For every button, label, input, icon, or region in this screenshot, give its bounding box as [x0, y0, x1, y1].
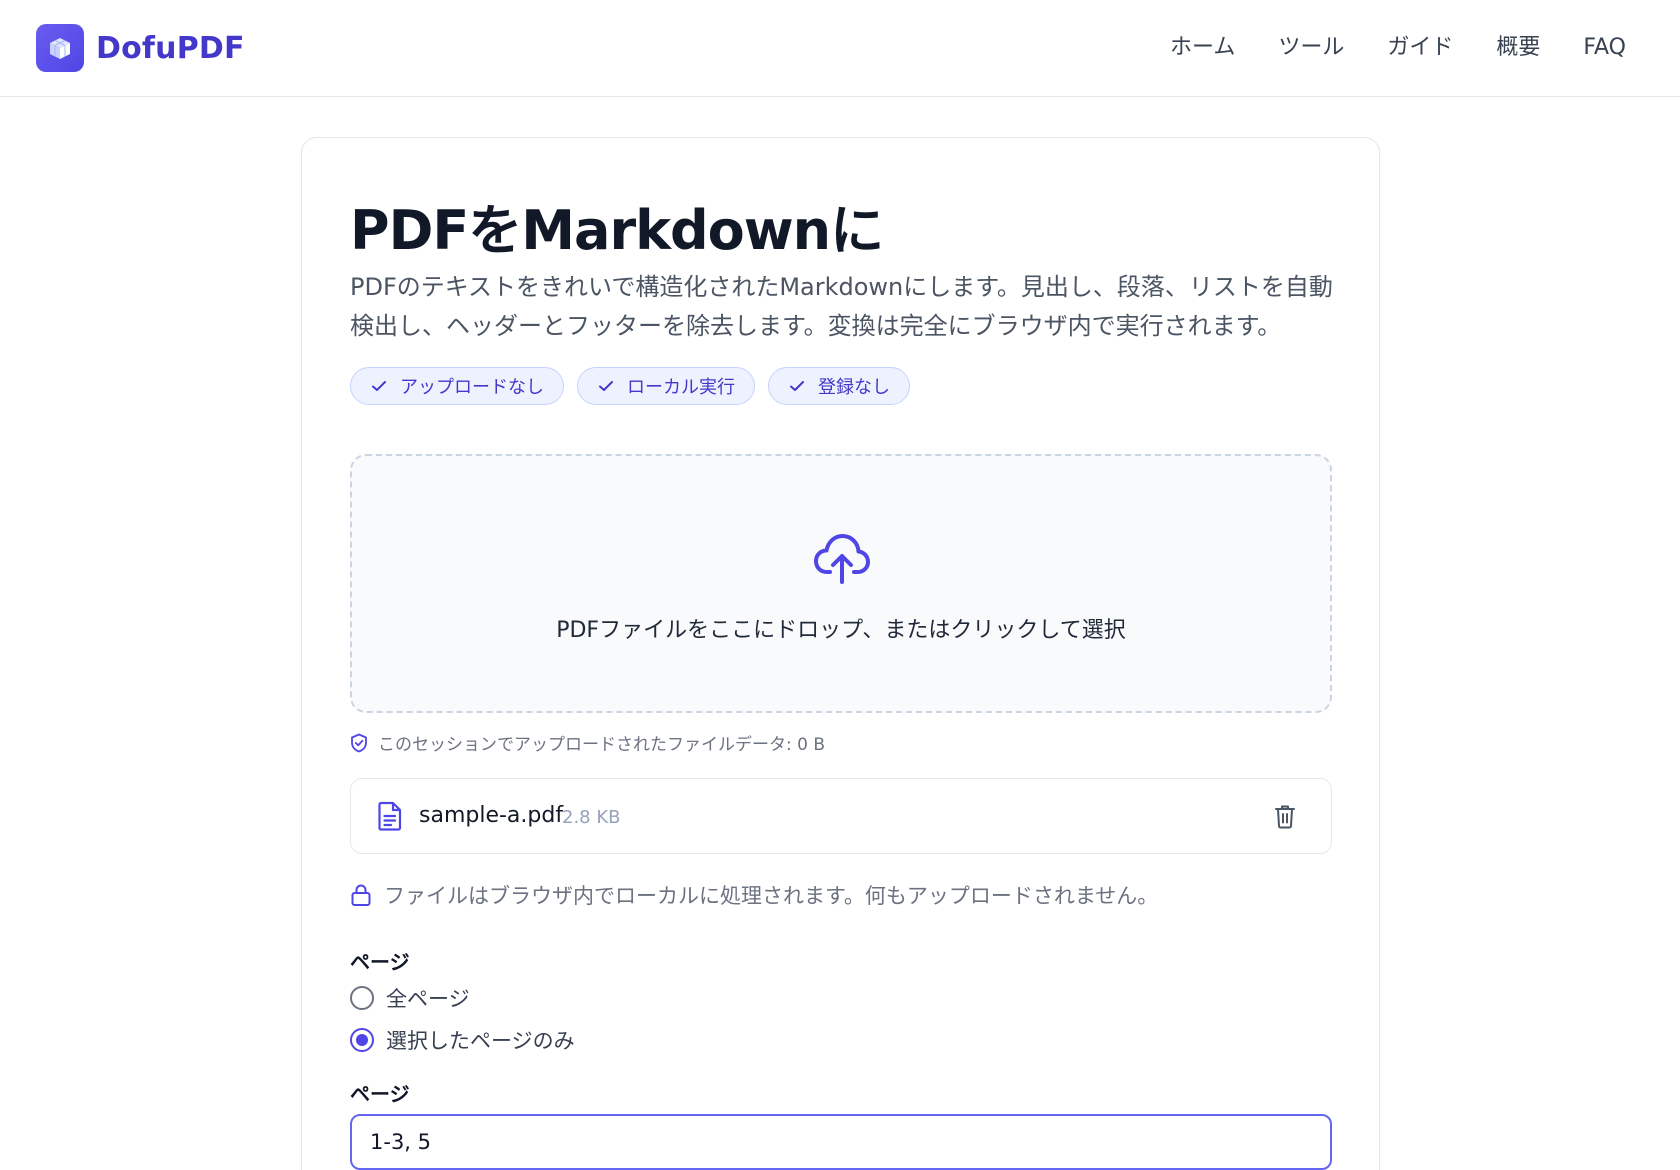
cube-icon [36, 24, 84, 72]
file-size: 2.8 KB [562, 807, 621, 828]
radio-all-pages-control[interactable] [350, 986, 374, 1010]
check-icon [599, 381, 613, 391]
chip-label: ローカル実行 [627, 377, 735, 398]
feature-chips: アップロードなし ローカル実行 登録なし [350, 367, 923, 405]
dropzone-text: PDFファイルをここにドロップ、またはクリックして選択 [556, 618, 1126, 643]
chip-no-signup: 登録なし [768, 367, 910, 405]
session-usage-note: このセッションでアップロードされたファイルデータ: 0 B [350, 730, 825, 755]
chip-label: 登録なし [818, 377, 890, 398]
page-title: PDFをMarkdownに [350, 199, 884, 262]
file-text-icon [378, 801, 402, 831]
lock-icon [351, 884, 371, 906]
chip-no-upload: アップロードなし [350, 367, 564, 405]
privacy-text: ファイルはブラウザ内でローカルに処理されます。何もアップロードされません。 [384, 884, 1159, 908]
cloud-upload-icon [814, 534, 870, 584]
page-description: PDFのテキストをきれいで構造化されたMarkdownにします。見出し、段落、リ… [350, 273, 1333, 340]
radio-selected-pages-control[interactable] [350, 1028, 374, 1052]
pages-field-label: ページ [350, 1082, 410, 1106]
pages-input[interactable] [350, 1114, 1332, 1170]
trash-icon[interactable] [1273, 803, 1297, 829]
chip-label: アップロードなし [400, 377, 544, 398]
nav-faq[interactable]: FAQ [1583, 32, 1626, 64]
privacy-note: ファイルはブラウザ内でローカルに処理されます。何もアップロードされません。 [350, 880, 1158, 910]
nav-tools[interactable]: ツール [1278, 32, 1344, 64]
chip-local-run: ローカル実行 [577, 367, 755, 405]
brand-name: DofuPDF [96, 30, 245, 66]
radio-selected-pages[interactable]: 選択したページのみ [350, 1025, 575, 1055]
main-nav: ホーム ツール ガイド 概要 FAQ [1127, 32, 1626, 64]
top-navbar: DofuPDF ホーム ツール ガイド 概要 FAQ [0, 0, 1680, 97]
nav-about[interactable]: 概要 [1496, 32, 1540, 64]
nav-home[interactable]: ホーム [1170, 32, 1235, 64]
file-name: sample-a.pdf [419, 803, 564, 828]
brand-link[interactable]: DofuPDF [36, 24, 245, 72]
nav-guide[interactable]: ガイド [1387, 32, 1453, 64]
radio-label: 全ページ [386, 987, 470, 1011]
check-icon [790, 381, 804, 391]
file-dropzone[interactable]: PDFファイルをここにドロップ、またはクリックして選択 [350, 454, 1332, 713]
shield-check-icon [351, 733, 367, 752]
radio-all-pages[interactable]: 全ページ [350, 983, 470, 1013]
file-item: sample-a.pdf 2.8 KB [350, 778, 1332, 854]
page-mode-label: ページ [350, 950, 410, 974]
radio-label: 選択したページのみ [386, 1029, 575, 1053]
session-usage-text: このセッションでアップロードされたファイルデータ: 0 B [378, 735, 826, 755]
check-icon [372, 381, 386, 391]
tool-card: PDFをMarkdownに PDFのテキストをきれいで構造化されたMarkdow… [301, 137, 1380, 1170]
